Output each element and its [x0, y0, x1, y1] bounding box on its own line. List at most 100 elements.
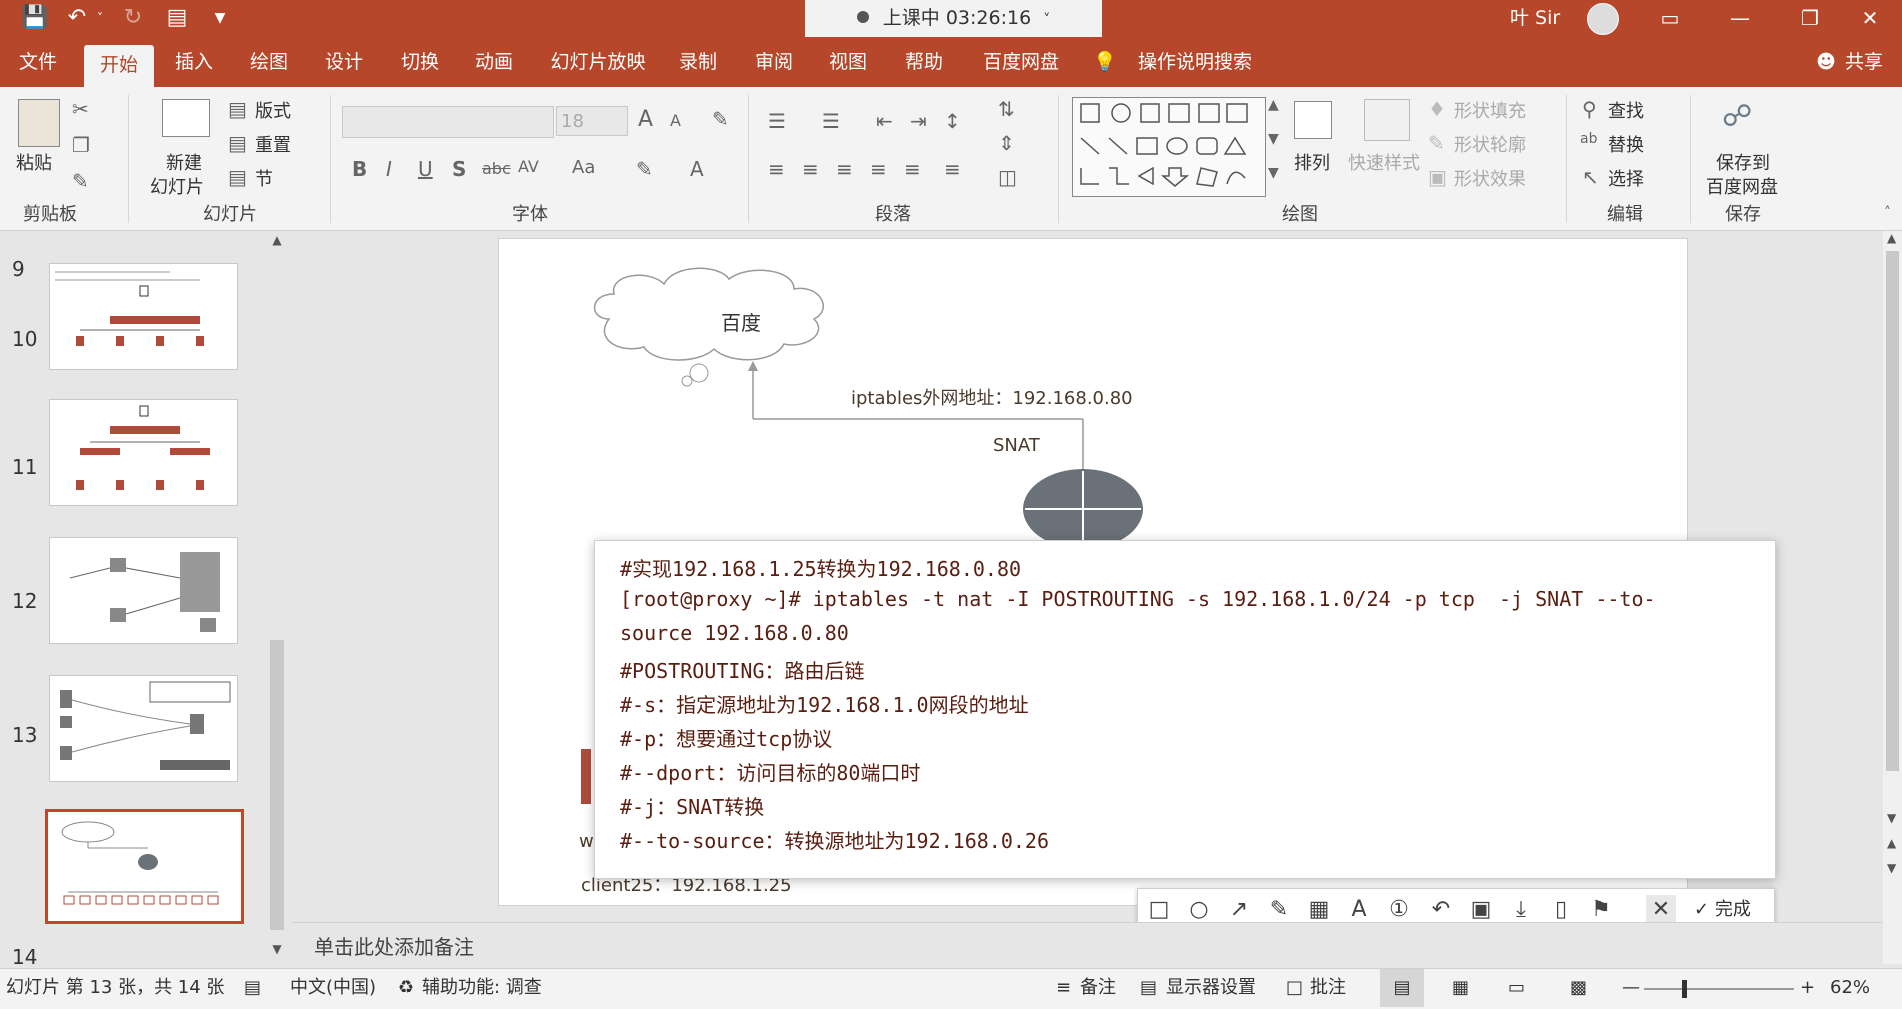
columns-icon[interactable]: ≡ [944, 157, 961, 181]
tab-animations[interactable]: 动画 [470, 37, 518, 87]
slide-thumbnail[interactable] [49, 399, 238, 506]
collapse-ribbon-icon[interactable]: ˄ [1884, 205, 1891, 221]
copy-icon[interactable]: ❐ [72, 133, 90, 157]
scrollbar-thumb[interactable] [1886, 251, 1899, 771]
font-name-input[interactable] [342, 106, 554, 138]
pin-icon[interactable]: ⚑ [1586, 895, 1616, 925]
avatar[interactable] [1587, 3, 1619, 35]
pen-icon[interactable]: ✎ [1264, 895, 1294, 925]
next-slide-icon[interactable]: ▼ [1887, 861, 1896, 875]
underline-button[interactable]: U [418, 157, 433, 181]
code-overlay-window[interactable]: #实现192.168.1.25转换为192.168.0.80 [root@pro… [594, 540, 1776, 879]
character-spacing-button[interactable]: AV [518, 157, 539, 176]
gallery-more-icon[interactable]: ▼ [1268, 165, 1279, 181]
ellipse-icon[interactable]: ○ [1184, 895, 1214, 925]
customize-icon[interactable]: ▼ [208, 4, 232, 32]
shapes-gallery[interactable] [1072, 97, 1266, 197]
arrange-icon[interactable] [1294, 101, 1332, 139]
shape-fill-button[interactable]: 形状填充 [1454, 97, 1526, 123]
text-icon[interactable]: A [1344, 895, 1374, 925]
tell-me-search[interactable]: 操作说明搜索 [1130, 37, 1260, 87]
paste-icon[interactable] [18, 99, 60, 147]
notes-button[interactable]: 备注 [1080, 969, 1116, 1007]
tab-transitions[interactable]: 切换 [396, 37, 444, 87]
clear-format-icon[interactable]: ✎ [712, 107, 729, 131]
reset-button[interactable]: 重置 [255, 131, 291, 157]
tab-design[interactable]: 设计 [320, 37, 368, 87]
shape-outline-button[interactable]: 形状轮廓 [1454, 131, 1526, 157]
save-to-netdisk-line2[interactable]: 百度网盘 [1706, 173, 1778, 199]
undo-dropdown-icon[interactable]: ˅ [92, 4, 108, 32]
notes-placeholder[interactable]: 单击此处添加备注 [314, 931, 474, 960]
zoom-out-icon[interactable]: — [1622, 969, 1640, 1007]
restore-icon[interactable]: ❐ [1780, 0, 1840, 37]
justify-icon[interactable]: ≡ [870, 157, 887, 181]
shape-effects-button[interactable]: 形状效果 [1454, 165, 1526, 191]
accessibility-status[interactable]: 辅助功能: 调查 [422, 969, 542, 1007]
display-settings-button[interactable]: 显示器设置 [1166, 969, 1256, 1007]
notes-pane[interactable]: 单击此处添加备注 [292, 922, 1882, 968]
grow-font-icon[interactable]: A [638, 107, 653, 132]
bold-button[interactable]: B [352, 157, 367, 181]
ocr-icon[interactable]: ▣ [1466, 895, 1496, 925]
select-button[interactable]: 选择 [1608, 165, 1644, 191]
tab-baidu-netdisk[interactable]: 百度网盘 [978, 37, 1064, 87]
spellcheck-icon[interactable]: ▤ [244, 969, 261, 1007]
tab-help[interactable]: 帮助 [900, 37, 948, 87]
previous-slide-icon[interactable]: ▲ [1887, 836, 1896, 850]
user-name[interactable]: 叶 Sir [1510, 0, 1560, 36]
align-left-icon[interactable]: ≡ [768, 157, 785, 181]
tab-view[interactable]: 视图 [824, 37, 872, 87]
font-size-input[interactable]: 18 [556, 106, 628, 136]
tab-draw[interactable]: 绘图 [245, 37, 293, 87]
increase-indent-icon[interactable]: ⇥ [910, 109, 927, 133]
zoom-in-icon[interactable]: + [1800, 969, 1815, 1007]
tab-review[interactable]: 审阅 [750, 37, 798, 87]
zoom-level[interactable]: 62% [1830, 969, 1870, 1007]
highlight-icon[interactable]: ✎ [636, 157, 653, 181]
layout-button[interactable]: 版式 [255, 97, 291, 123]
scroll-down-icon[interactable]: ▼ [1887, 811, 1896, 825]
decrease-indent-icon[interactable]: ⇤ [876, 109, 893, 133]
text-shadow-button[interactable]: S [452, 157, 466, 181]
italic-button[interactable]: I [386, 157, 392, 181]
zoom-slider-thumb[interactable] [1682, 980, 1687, 998]
tab-insert[interactable]: 插入 [170, 37, 218, 87]
slide-sorter-icon[interactable]: ▦ [1452, 969, 1469, 1007]
rectangle-icon[interactable]: □ [1144, 895, 1174, 925]
save-to-netdisk-line1[interactable]: 保存到 [1716, 149, 1770, 175]
number-icon[interactable]: ① [1384, 895, 1414, 925]
replace-button[interactable]: 替换 [1608, 131, 1644, 157]
phone-icon[interactable]: ▯ [1546, 895, 1576, 925]
bullets-icon[interactable]: ☰ [768, 109, 786, 133]
scroll-up-icon[interactable]: ▲ [1887, 231, 1896, 245]
comments-button[interactable]: 批注 [1310, 969, 1346, 1007]
ribbon-display-icon[interactable]: ▭ [1640, 0, 1700, 37]
reading-view-icon[interactable]: ▭ [1508, 969, 1525, 1007]
new-slide-button[interactable]: 新建 [166, 149, 202, 175]
zoom-slider[interactable] [1644, 980, 1794, 998]
numbering-icon[interactable]: ☰ [822, 109, 840, 133]
save-icon[interactable]: 💾 [20, 4, 50, 32]
quick-styles-button[interactable]: 快速样式 [1348, 149, 1420, 175]
class-timer[interactable]: 上课中 03:26:16 ˅ [805, 0, 1102, 37]
new-slide-button-line2[interactable]: 幻灯片 [150, 173, 204, 199]
gallery-scroll-up-icon[interactable]: ▲ [1268, 97, 1279, 113]
language-indicator[interactable]: 中文(中国) [290, 969, 376, 1007]
slide-thumbnail-selected[interactable] [45, 809, 244, 924]
baidu-netdisk-icon[interactable]: ☍ [1722, 99, 1752, 134]
scrollbar-thumb[interactable] [270, 640, 284, 930]
slide-scrollbar[interactable]: ▲ ▼ ▲ ▼ [1883, 231, 1902, 964]
slide-thumbnail[interactable] [49, 675, 238, 782]
gallery-scroll-down-icon[interactable]: ▼ [1268, 131, 1279, 147]
scroll-down-icon[interactable]: ▼ [268, 942, 286, 960]
align-center-icon[interactable]: ≡ [802, 157, 819, 181]
slide-thumbnail[interactable] [49, 537, 238, 644]
align-text-icon[interactable]: ⇕ [998, 131, 1015, 155]
scroll-up-icon[interactable]: ▲ [268, 233, 286, 251]
cut-icon[interactable]: ✂ [72, 97, 89, 121]
align-right-icon[interactable]: ≡ [836, 157, 853, 181]
cancel-icon[interactable]: ✕ [1646, 895, 1676, 925]
distributed-icon[interactable]: ≡ [904, 157, 921, 181]
thumbnail-scrollbar[interactable]: ▲ ▼ [266, 231, 288, 964]
